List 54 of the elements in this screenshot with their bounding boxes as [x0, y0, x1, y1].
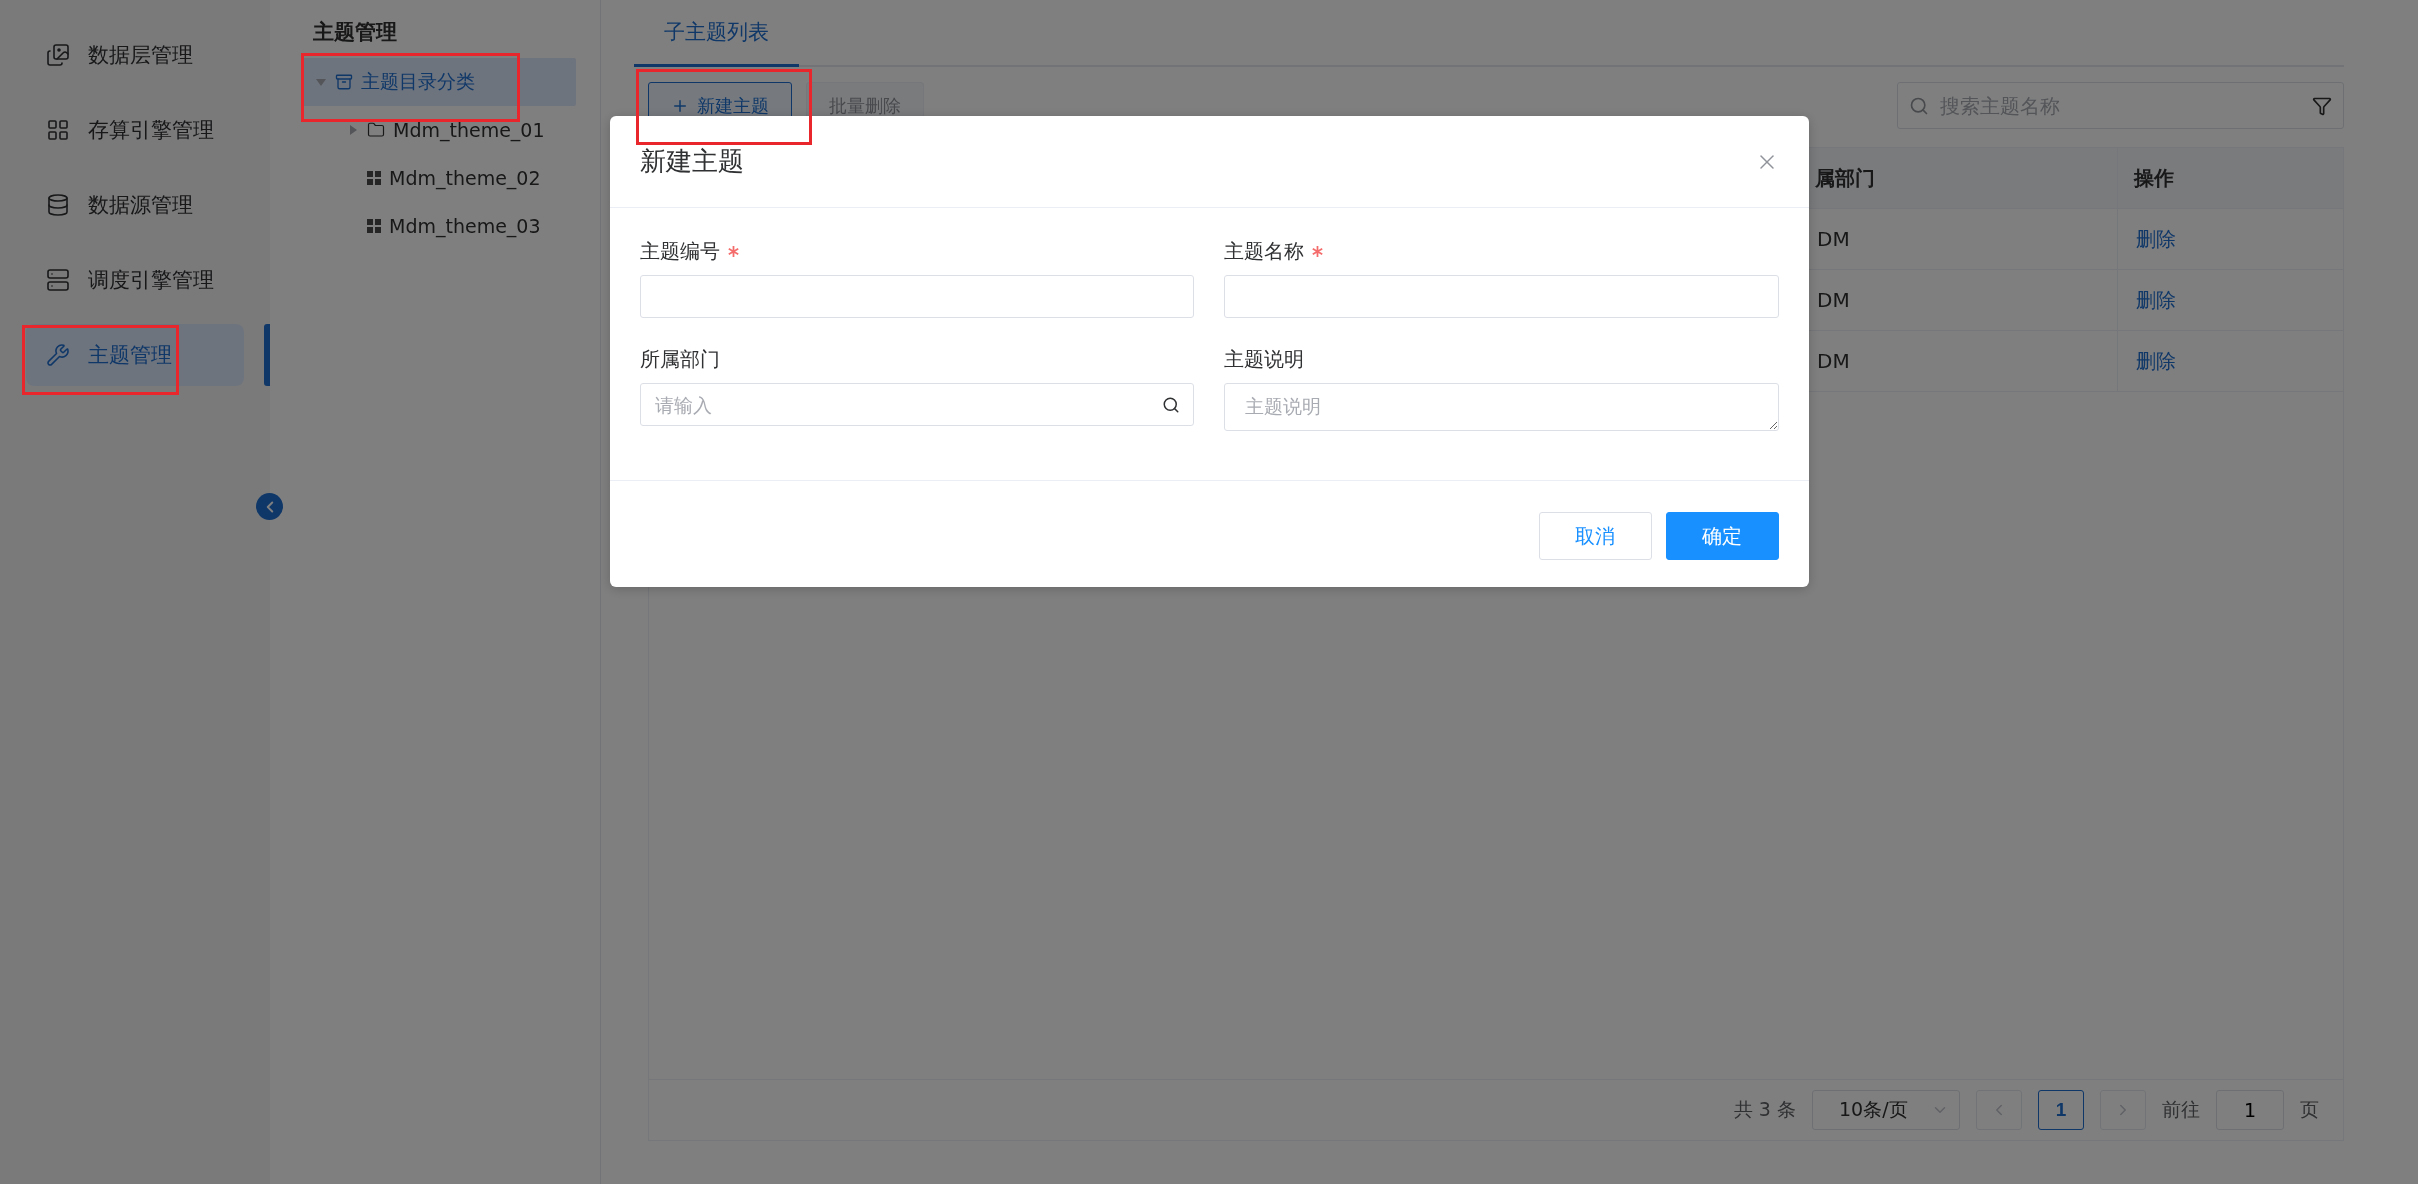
table-cell-text: DM — [1816, 226, 1851, 253]
delete-link[interactable]: 删除 — [2117, 270, 2343, 330]
goto-label: 前往 — [2162, 1097, 2200, 1122]
sidebar-item[interactable]: 数据源管理 — [26, 174, 244, 236]
dialog-title: 新建主题 — [639, 145, 744, 178]
cancel-button[interactable]: 取消 — [1538, 512, 1652, 560]
tab[interactable]: 子主题列表 — [634, 0, 799, 67]
tree-item[interactable]: 主题目录分类 — [301, 58, 576, 106]
page-suffix: 页 — [2300, 1097, 2319, 1122]
delete-link[interactable]: 删除 — [2117, 331, 2343, 391]
input-field[interactable] — [1224, 275, 1779, 318]
field-label: 主题名称 — [1224, 238, 1304, 265]
search-icon — [1909, 95, 1929, 116]
database-icon — [46, 193, 70, 217]
tree-item[interactable]: Mdm_theme_01 — [301, 106, 576, 154]
page-size-select[interactable]: 10条/页 — [1812, 1090, 1960, 1130]
input-field[interactable]: 请输入 — [639, 383, 1194, 426]
active-indicator — [264, 324, 270, 386]
table-cell-text: DM — [1816, 287, 1851, 314]
image-icon — [46, 43, 70, 67]
textarea-field[interactable]: 主题说明 — [1224, 383, 1779, 431]
grid-icon — [367, 171, 381, 185]
field-label: 主题说明 — [1224, 346, 1304, 373]
filter-icon[interactable] — [2312, 95, 2332, 116]
server-icon — [46, 268, 70, 292]
field-label: 所属部门 — [639, 346, 720, 373]
panel-title: 主题管理 — [313, 19, 398, 46]
collapse-button[interactable] — [256, 493, 283, 520]
page-input[interactable]: 1 — [2216, 1090, 2284, 1130]
tree-item[interactable]: Mdm_theme_03 — [301, 202, 576, 250]
grid-icon — [367, 219, 381, 233]
field-label: 主题编号 — [639, 238, 720, 265]
caret-icon[interactable] — [347, 124, 359, 136]
caret-icon[interactable] — [315, 76, 327, 88]
sidebar-item[interactable]: 调度引擎管理 — [26, 249, 244, 311]
grid-icon — [46, 118, 70, 142]
sidebar-item[interactable]: 主题管理 — [26, 324, 244, 386]
column-header: 操作 — [2117, 148, 2343, 208]
column-header: 属部门 — [1814, 164, 1876, 192]
archive-icon — [335, 73, 353, 91]
total-count: 共 3 条 — [1733, 1097, 1796, 1122]
sidebar-item[interactable]: 数据层管理 — [26, 24, 244, 86]
page-button[interactable]: 1 — [2038, 1090, 2084, 1130]
confirm-button[interactable]: 确定 — [1665, 512, 1779, 560]
sidebar-item[interactable]: 存算引擎管理 — [26, 99, 244, 161]
previous-page-button[interactable] — [1976, 1090, 2022, 1130]
folder-icon — [367, 121, 385, 139]
table-cell-text: DM — [1816, 348, 1851, 375]
next-page-button[interactable] — [2100, 1090, 2146, 1130]
search-icon — [1162, 395, 1180, 414]
delete-link[interactable]: 删除 — [2117, 209, 2343, 269]
tree-item[interactable]: Mdm_theme_02 — [301, 154, 576, 202]
input-field[interactable] — [639, 275, 1194, 318]
wrench-icon — [46, 343, 70, 367]
